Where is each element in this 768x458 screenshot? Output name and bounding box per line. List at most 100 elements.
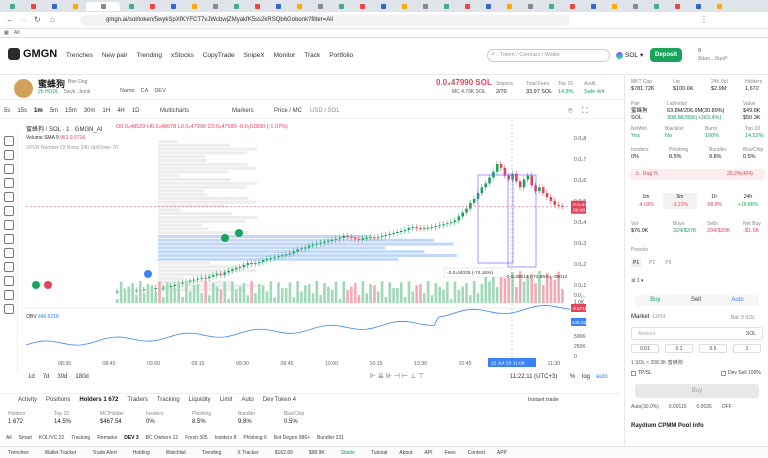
- preset-P2[interactable]: P2: [647, 259, 657, 267]
- search-input[interactable]: Token / Contract / Wallet: [487, 49, 610, 62]
- nav-track[interactable]: Track: [304, 52, 320, 59]
- browser-tab[interactable]: [583, 2, 603, 11]
- multicharts-button[interactable]: Multicharts: [160, 108, 189, 114]
- tag-dev[interactable]: DEV: [154, 88, 165, 94]
- lock-tool-icon[interactable]: [4, 276, 14, 286]
- browser-tab[interactable]: [121, 2, 141, 11]
- url-field[interactable]: gmgn.ai/sol/token/5wykSpXfKYFCT7vJWcbwjZ…: [80, 15, 570, 26]
- browser-tab[interactable]: [44, 2, 64, 11]
- status-item-13[interactable]: Fees: [445, 450, 456, 456]
- status-item-10[interactable]: Tutorial: [371, 450, 388, 456]
- browser-tab[interactable]: [2, 2, 22, 11]
- filter-4[interactable]: Remarks: [97, 435, 117, 441]
- amount-chip-1[interactable]: 1: [733, 344, 761, 353]
- amount-input[interactable]: Amount SOL: [631, 327, 763, 340]
- interval-15m[interactable]: 15m: [65, 108, 77, 114]
- home-icon[interactable]: ⌂: [50, 15, 55, 24]
- bottom-tab-0[interactable]: Activity: [18, 397, 37, 403]
- browser-tab[interactable]: [520, 2, 540, 11]
- rug-bar[interactable]: Rug % ⚠ 20.2%(404): [629, 169, 765, 180]
- browser-tab[interactable]: [268, 2, 288, 11]
- eye-tool-icon[interactable]: [4, 290, 14, 300]
- ruler-tool-icon[interactable]: [4, 234, 14, 244]
- status-item-3[interactable]: Holding: [133, 450, 150, 456]
- limit-tab[interactable]: Limit: [653, 314, 666, 320]
- filter-7[interactable]: Fresh 305: [185, 435, 208, 441]
- nav-xstocks[interactable]: xStocks: [171, 52, 194, 59]
- status-item-5[interactable]: Trending: [202, 450, 222, 456]
- token-address[interactable]: 5wyk...bonk: [64, 89, 90, 95]
- filter-11[interactable]: Bundler 231: [317, 435, 344, 441]
- brush-tool-icon[interactable]: [4, 192, 14, 202]
- range-180d[interactable]: 180d: [75, 374, 88, 380]
- amount-chip-0.5[interactable]: 0.5: [699, 344, 727, 353]
- status-item-7[interactable]: $162.89: [275, 450, 293, 456]
- extensions-icon[interactable]: ⋮: [700, 15, 708, 24]
- tag-name[interactable]: Name: [120, 88, 135, 94]
- filter-3[interactable]: Tracking: [71, 435, 90, 441]
- nav-monitor[interactable]: Monitor: [274, 52, 296, 59]
- fullscreen-icon[interactable]: ⛶: [582, 106, 588, 116]
- browser-tab[interactable]: [86, 1, 120, 11]
- browser-tab[interactable]: [478, 2, 498, 11]
- browser-tab[interactable]: [667, 2, 687, 11]
- browser-tab[interactable]: [457, 2, 477, 11]
- status-item-0[interactable]: Trenches: [8, 450, 29, 456]
- filter-8[interactable]: Insiders 8: [215, 435, 237, 441]
- browser-tab[interactable]: [331, 2, 351, 11]
- instant-trade-button[interactable]: Instant trade: [528, 397, 559, 403]
- preset-P3[interactable]: P3: [663, 259, 673, 267]
- bottom-tab-4[interactable]: Tracking: [157, 397, 180, 403]
- status-item-1[interactable]: Wallet Tracker: [45, 450, 77, 456]
- pool-info[interactable]: Raydium CPMM Pool info: [631, 423, 704, 429]
- browser-tab[interactable]: [142, 2, 162, 11]
- tf-1m[interactable]: 1m -4.03%: [629, 193, 663, 209]
- browser-tab[interactable]: [415, 2, 435, 11]
- interval-5m[interactable]: 5m: [50, 108, 58, 114]
- price-mc-toggle[interactable]: Price / MC: [274, 108, 302, 114]
- replay-controls-icon[interactable]: ⊩ ⇊ ⊪ ⊣ ⊢ ⊥ ⊤: [370, 372, 424, 380]
- range-30d[interactable]: 30d: [57, 374, 67, 380]
- nav-copytrade[interactable]: CopyTrade: [203, 52, 235, 59]
- zoom-tool-icon[interactable]: [4, 248, 14, 258]
- bottom-tab-2[interactable]: Holders 1 672: [79, 397, 118, 403]
- auto-tab[interactable]: Auto: [731, 295, 743, 306]
- tf-5m[interactable]: 5m -3.21%: [663, 193, 697, 209]
- browser-tab[interactable]: [310, 2, 330, 11]
- heart-tool-icon[interactable]: [4, 220, 14, 230]
- status-item-2[interactable]: Trade Alert: [92, 450, 116, 456]
- browser-tab[interactable]: [604, 2, 624, 11]
- sell-tab[interactable]: Sell: [691, 295, 701, 306]
- bottom-tab-7[interactable]: Auto: [241, 397, 253, 403]
- status-item-15[interactable]: APP: [497, 450, 507, 456]
- nav-portfolio[interactable]: Portfolio: [329, 52, 353, 59]
- markers-button[interactable]: Markers: [232, 108, 254, 114]
- bottom-tab-6[interactable]: Limit: [220, 397, 233, 403]
- browser-tab[interactable]: [625, 2, 645, 11]
- interval-1H[interactable]: 1H: [102, 108, 110, 114]
- amount-chip-0.1[interactable]: 0.1: [665, 344, 693, 353]
- filter-10[interactable]: Bot Degen 986+: [274, 435, 310, 441]
- logo[interactable]: GMGN: [8, 48, 57, 60]
- browser-tab[interactable]: [163, 2, 183, 11]
- amount-chip-0.01[interactable]: 0.01: [631, 344, 659, 353]
- browser-tab[interactable]: [352, 2, 372, 11]
- nav-snipex[interactable]: SnipeX: [244, 52, 265, 59]
- browser-tab[interactable]: [373, 2, 393, 11]
- interval-15s[interactable]: 15s: [17, 108, 27, 114]
- browser-tab[interactable]: [541, 2, 561, 11]
- range-7d[interactable]: 7d: [43, 374, 50, 380]
- filter-2[interactable]: KOL/VC 22: [39, 435, 64, 441]
- auto-toggle[interactable]: auto: [596, 374, 608, 380]
- bottom-tab-3[interactable]: Traders: [127, 397, 147, 403]
- browser-tab[interactable]: [226, 2, 246, 11]
- deposit-button[interactable]: Deposit: [650, 48, 682, 62]
- browser-tab[interactable]: [247, 2, 267, 11]
- filter-0[interactable]: All: [6, 435, 12, 441]
- wallet-widget[interactable]: 0 8dan...8qoP: [698, 47, 728, 63]
- market-tab[interactable]: Market: [631, 314, 649, 320]
- fib-tool-icon[interactable]: [4, 164, 14, 174]
- browser-tab[interactable]: [436, 2, 456, 11]
- buy-button[interactable]: Buy: [635, 384, 759, 398]
- status-item-4[interactable]: Watchlist: [166, 450, 186, 456]
